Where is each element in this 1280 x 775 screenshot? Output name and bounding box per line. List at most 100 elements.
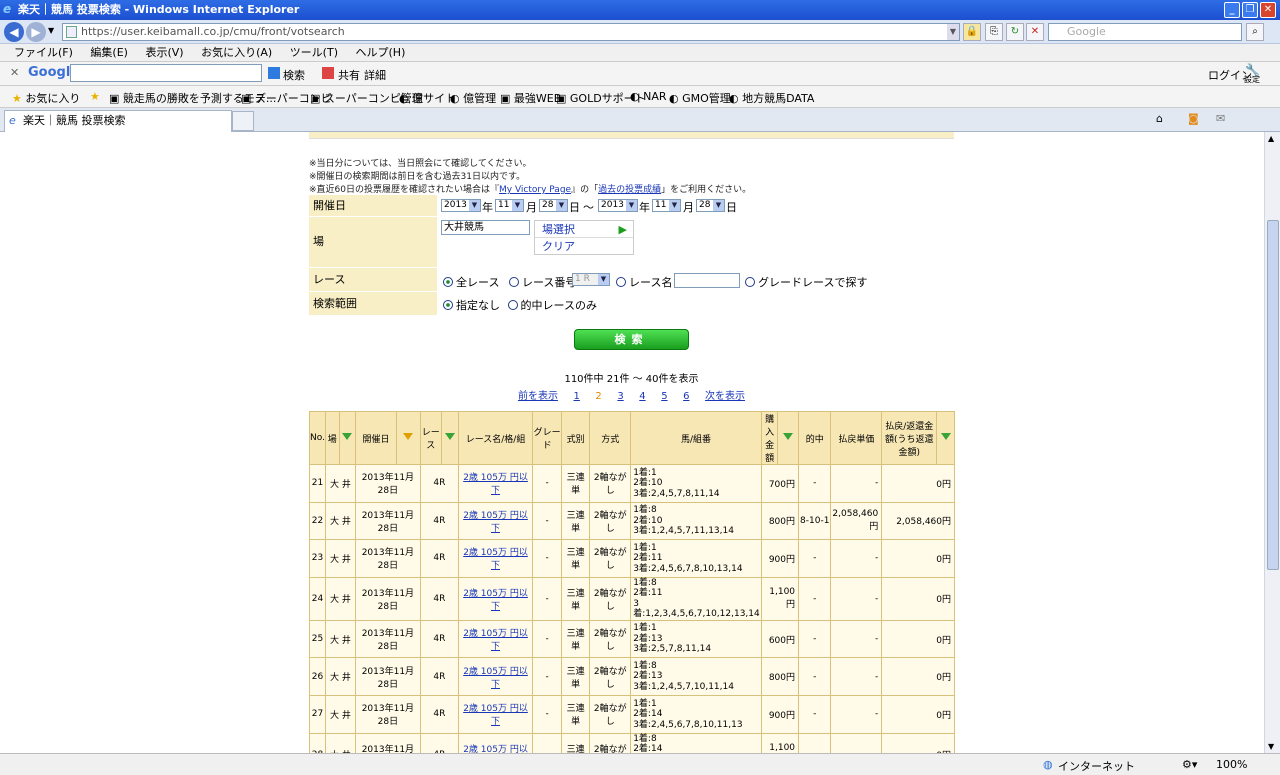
page-link-6[interactable]: 6 — [683, 391, 689, 402]
history-dropdown-icon[interactable]: ▼ — [48, 26, 54, 35]
refresh-icon[interactable]: ↻ — [1006, 23, 1024, 41]
fav-item-8[interactable]: ◐ GMO管理 — [669, 90, 731, 106]
race-name-link[interactable]: 2歳 105万 円以下 — [463, 745, 528, 753]
page-link-1[interactable]: 1 — [574, 391, 580, 402]
lock-icon[interactable]: 🔒 — [963, 23, 981, 41]
scope-none-radio[interactable]: 指定なし — [443, 299, 500, 312]
sort-payout-icon[interactable] — [936, 411, 955, 465]
minimize-button[interactable]: _ — [1224, 2, 1240, 18]
page-link-3[interactable]: 3 — [617, 391, 623, 402]
scroll-down-icon[interactable]: ▼ — [1268, 742, 1274, 751]
month-unit: 月 — [526, 201, 537, 214]
cell-venue: 大 井 — [324, 539, 356, 578]
race-name-link[interactable]: 2歳 105万 円以下 — [463, 589, 528, 612]
venue-menu: 場選択 ▶ クリア — [534, 220, 634, 255]
race-name-link[interactable]: 2歳 105万 円以下 — [463, 548, 528, 571]
vertical-scrollbar[interactable]: ▲ ▼ — [1264, 132, 1280, 753]
menu-file[interactable]: ファイル(F) — [14, 46, 73, 59]
cell-race-name: 2歳 105万 円以下 — [457, 732, 534, 753]
stop-icon[interactable]: ✕ — [1026, 23, 1044, 41]
sort-venue-icon[interactable] — [338, 411, 356, 465]
search-icon[interactable]: ⌕ — [1246, 23, 1264, 41]
race-name-link[interactable]: 2歳 105万 円以下 — [463, 629, 528, 652]
address-dropdown-icon[interactable]: ▼ — [947, 24, 959, 40]
combo-line: 2着:13 — [633, 633, 663, 644]
grade-race-radio[interactable]: グレードレースで探す — [745, 274, 867, 290]
mail-icon[interactable]: ✉ — [1216, 112, 1225, 125]
prev-page-link[interactable]: 前を表示 — [518, 391, 558, 402]
google-search-button[interactable]: 検索 — [283, 67, 305, 83]
sort-race-icon[interactable] — [440, 411, 459, 465]
scope-hit-radio[interactable]: 的中レースのみ — [507, 299, 597, 312]
close-button[interactable]: ✕ — [1260, 2, 1276, 18]
forward-button[interactable]: ▶ — [26, 22, 46, 42]
search-box[interactable]: Google — [1048, 23, 1242, 41]
menu-tools[interactable]: ツール(T) — [290, 46, 338, 59]
page-link-4[interactable]: 4 — [639, 391, 645, 402]
scroll-thumb[interactable] — [1267, 220, 1279, 570]
fav-item-4[interactable]: ◐ 億管理 — [450, 90, 496, 106]
favorites-bar: ★ お気に入り ★ ▣ 競走馬の勝敗を予測するモデ... ▣ スーパーコンピ ▣… — [0, 86, 1280, 108]
fav-item-7[interactable]: ◐ NAR — [630, 90, 667, 103]
to-month-select[interactable]: 11 ▼ — [652, 199, 681, 212]
menu-favorites[interactable]: お気に入り(A) — [201, 46, 272, 59]
race-number-radio[interactable]: レース番号 — [508, 276, 576, 289]
from-day-select[interactable]: 28 ▼ — [539, 199, 568, 212]
race-name-radio[interactable]: レース名 — [616, 274, 672, 290]
zoom-level[interactable]: 100% — [1216, 758, 1247, 771]
compat-icon[interactable]: ⎘ — [985, 23, 1003, 41]
from-year-select[interactable]: 2013 ▼ — [441, 199, 481, 212]
restore-button[interactable]: ❐ — [1242, 2, 1258, 18]
search-button[interactable]: 検索 — [574, 329, 689, 350]
protected-mode-icon[interactable]: ⚙▾ — [1182, 758, 1197, 771]
share-button[interactable]: 共有 — [338, 67, 360, 83]
race-name-input[interactable] — [674, 273, 740, 288]
table-row: 24 大 井 2013年11月28日 4R 2歳 105万 円以下 - 三連単 2軸ながし 1着… — [309, 576, 955, 621]
back-button[interactable]: ◀ — [4, 22, 24, 42]
venue-input[interactable]: 大井競馬 — [441, 220, 530, 235]
menu-view[interactable]: 表示(V) — [145, 46, 183, 59]
sort-amount-icon[interactable] — [777, 411, 800, 465]
tab-current[interactable]: e 楽天｜競馬 投票検索 — [4, 110, 232, 132]
menu-help[interactable]: ヘルプ(H) — [356, 46, 406, 59]
cell-hit: - — [798, 464, 832, 503]
race-number-select[interactable]: 1 R ▼ — [572, 273, 610, 286]
cell-grade: - — [532, 576, 563, 621]
close-toolbar-icon[interactable]: ✕ — [10, 66, 19, 79]
combo-line: 2着:10 — [633, 515, 663, 526]
to-day-select[interactable]: 28 ▼ — [696, 199, 725, 212]
past-results-link[interactable]: 過去の投票成績 — [598, 185, 661, 195]
race-name-link[interactable]: 2歳 105万 円以下 — [463, 704, 528, 727]
combo-line: 3着:2,4,5,6,7,8,10,13,14 — [633, 563, 743, 574]
next-page-link[interactable]: 次を表示 — [705, 391, 745, 402]
race-name-link[interactable]: 2歳 105万 円以下 — [463, 667, 528, 690]
venue-clear-button[interactable]: クリア — [535, 238, 633, 255]
to-year-select[interactable]: 2013 ▼ — [598, 199, 638, 212]
cell-no: 23 — [309, 539, 326, 578]
more-button[interactable]: 詳細 — [364, 67, 386, 83]
add-favorite-icon[interactable]: ★ — [90, 90, 100, 103]
fav-item-5[interactable]: ▣ 最強WEB — [500, 90, 561, 106]
fav-item-9[interactable]: ◐ 地方競馬DATA — [729, 90, 814, 106]
from-month-select[interactable]: 11 ▼ — [495, 199, 524, 212]
google-search-input[interactable] — [70, 64, 262, 82]
race-name-link[interactable]: 2歳 105万 円以下 — [463, 511, 528, 534]
sort-date-icon[interactable] — [396, 411, 421, 465]
settings-label[interactable]: 設定 — [1244, 74, 1260, 85]
home-icon[interactable]: ⌂ — [1156, 112, 1163, 125]
new-tab-button[interactable] — [232, 111, 254, 131]
scroll-up-icon[interactable]: ▲ — [1268, 134, 1274, 143]
cell-date: 2013年11月28日 — [354, 501, 421, 541]
menu-edit[interactable]: 編集(E) — [90, 46, 128, 59]
combo-line: 2着:13 — [633, 671, 663, 682]
venue-select-button[interactable]: 場選択 ▶ — [535, 221, 633, 238]
feeds-icon[interactable]: ◙ — [1188, 112, 1199, 125]
fav-item-3[interactable]: ◐ 億サイト — [399, 90, 456, 106]
page-link-5[interactable]: 5 — [661, 391, 667, 402]
address-field[interactable]: https://user.keibamall.co.jp/cmu/front/v… — [62, 23, 960, 41]
race-name-link[interactable]: 2歳 105万 円以下 — [463, 473, 528, 496]
my-victory-page-link[interactable]: My Victory Page — [499, 185, 571, 195]
favorites-button[interactable]: ★ お気に入り — [12, 90, 80, 106]
share-icon — [322, 67, 334, 79]
race-all-radio[interactable]: 全レース — [443, 276, 499, 289]
